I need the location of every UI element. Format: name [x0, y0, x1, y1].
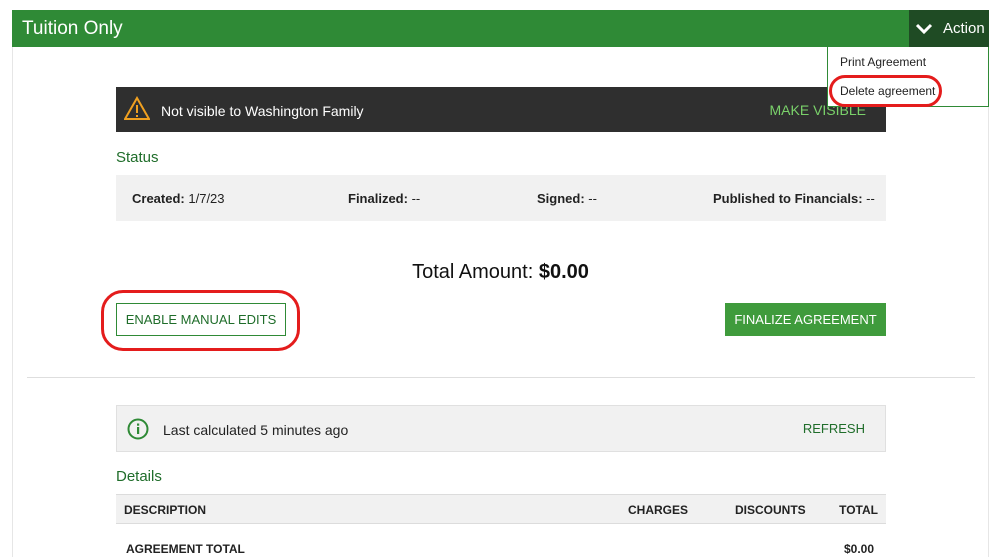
signed-label: Signed: [537, 191, 585, 206]
visibility-alert: Not visible to Washington Family MAKE VI… [116, 87, 886, 132]
status-finalized: Finalized: -- [348, 191, 420, 206]
chevron-down-icon [915, 23, 933, 34]
calculation-info: Last calculated 5 minutes ago REFRESH [116, 405, 886, 452]
published-value: -- [866, 191, 875, 206]
details-heading: Details [116, 468, 162, 485]
action-dropdown: Print Agreement Delete agreement [827, 47, 989, 107]
finalized-label: Finalized: [348, 191, 408, 206]
info-icon [127, 418, 149, 440]
status-created: Created: 1/7/23 [132, 191, 225, 206]
status-published: Published to Financials: -- [713, 191, 875, 206]
row-description: AGREEMENT TOTAL [126, 542, 245, 556]
status-heading: Status [116, 149, 159, 166]
created-label: Created: [132, 191, 185, 206]
alert-message: Not visible to Washington Family [161, 103, 364, 119]
column-header-total: TOTAL [839, 503, 878, 517]
header-bar: Tuition Only Action [12, 10, 989, 47]
refresh-link[interactable]: REFRESH [803, 421, 865, 436]
total-label: Total Amount: [412, 261, 534, 283]
finalized-value: -- [411, 191, 421, 206]
action-menu-button[interactable]: Action [909, 10, 989, 47]
published-label: Published to Financials: [713, 191, 863, 206]
status-signed: Signed: -- [537, 191, 597, 206]
total-value: $0.00 [538, 261, 589, 283]
table-header: DESCRIPTION CHARGES DISCOUNTS TOTAL [116, 494, 886, 524]
print-agreement-item[interactable]: Print Agreement [840, 55, 926, 69]
table-row: AGREEMENT TOTAL $0.00 [116, 524, 886, 557]
page-title: Tuition Only [22, 18, 123, 39]
created-value: 1/7/23 [188, 191, 225, 206]
enable-manual-edits-button[interactable]: ENABLE MANUAL EDITS [116, 303, 286, 336]
total-amount: Total Amount: $0.00 [0, 261, 1001, 284]
section-divider [27, 377, 975, 378]
column-header-charges: CHARGES [628, 503, 689, 517]
warning-icon [124, 96, 150, 120]
signed-value: -- [588, 191, 597, 206]
details-table: DESCRIPTION CHARGES DISCOUNTS TOTAL AGRE… [116, 494, 886, 557]
status-summary: Created: 1/7/23 Finalized: -- Signed: --… [116, 175, 886, 221]
column-header-discounts: DISCOUNTS [735, 503, 806, 517]
row-total: $0.00 [843, 542, 874, 556]
action-label: Action [943, 20, 985, 37]
finalize-agreement-button[interactable]: FINALIZE AGREEMENT [725, 303, 886, 336]
delete-agreement-item[interactable]: Delete agreement [840, 84, 935, 98]
column-header-description: DESCRIPTION [124, 503, 207, 517]
last-calculated-text: Last calculated 5 minutes ago [163, 422, 349, 438]
